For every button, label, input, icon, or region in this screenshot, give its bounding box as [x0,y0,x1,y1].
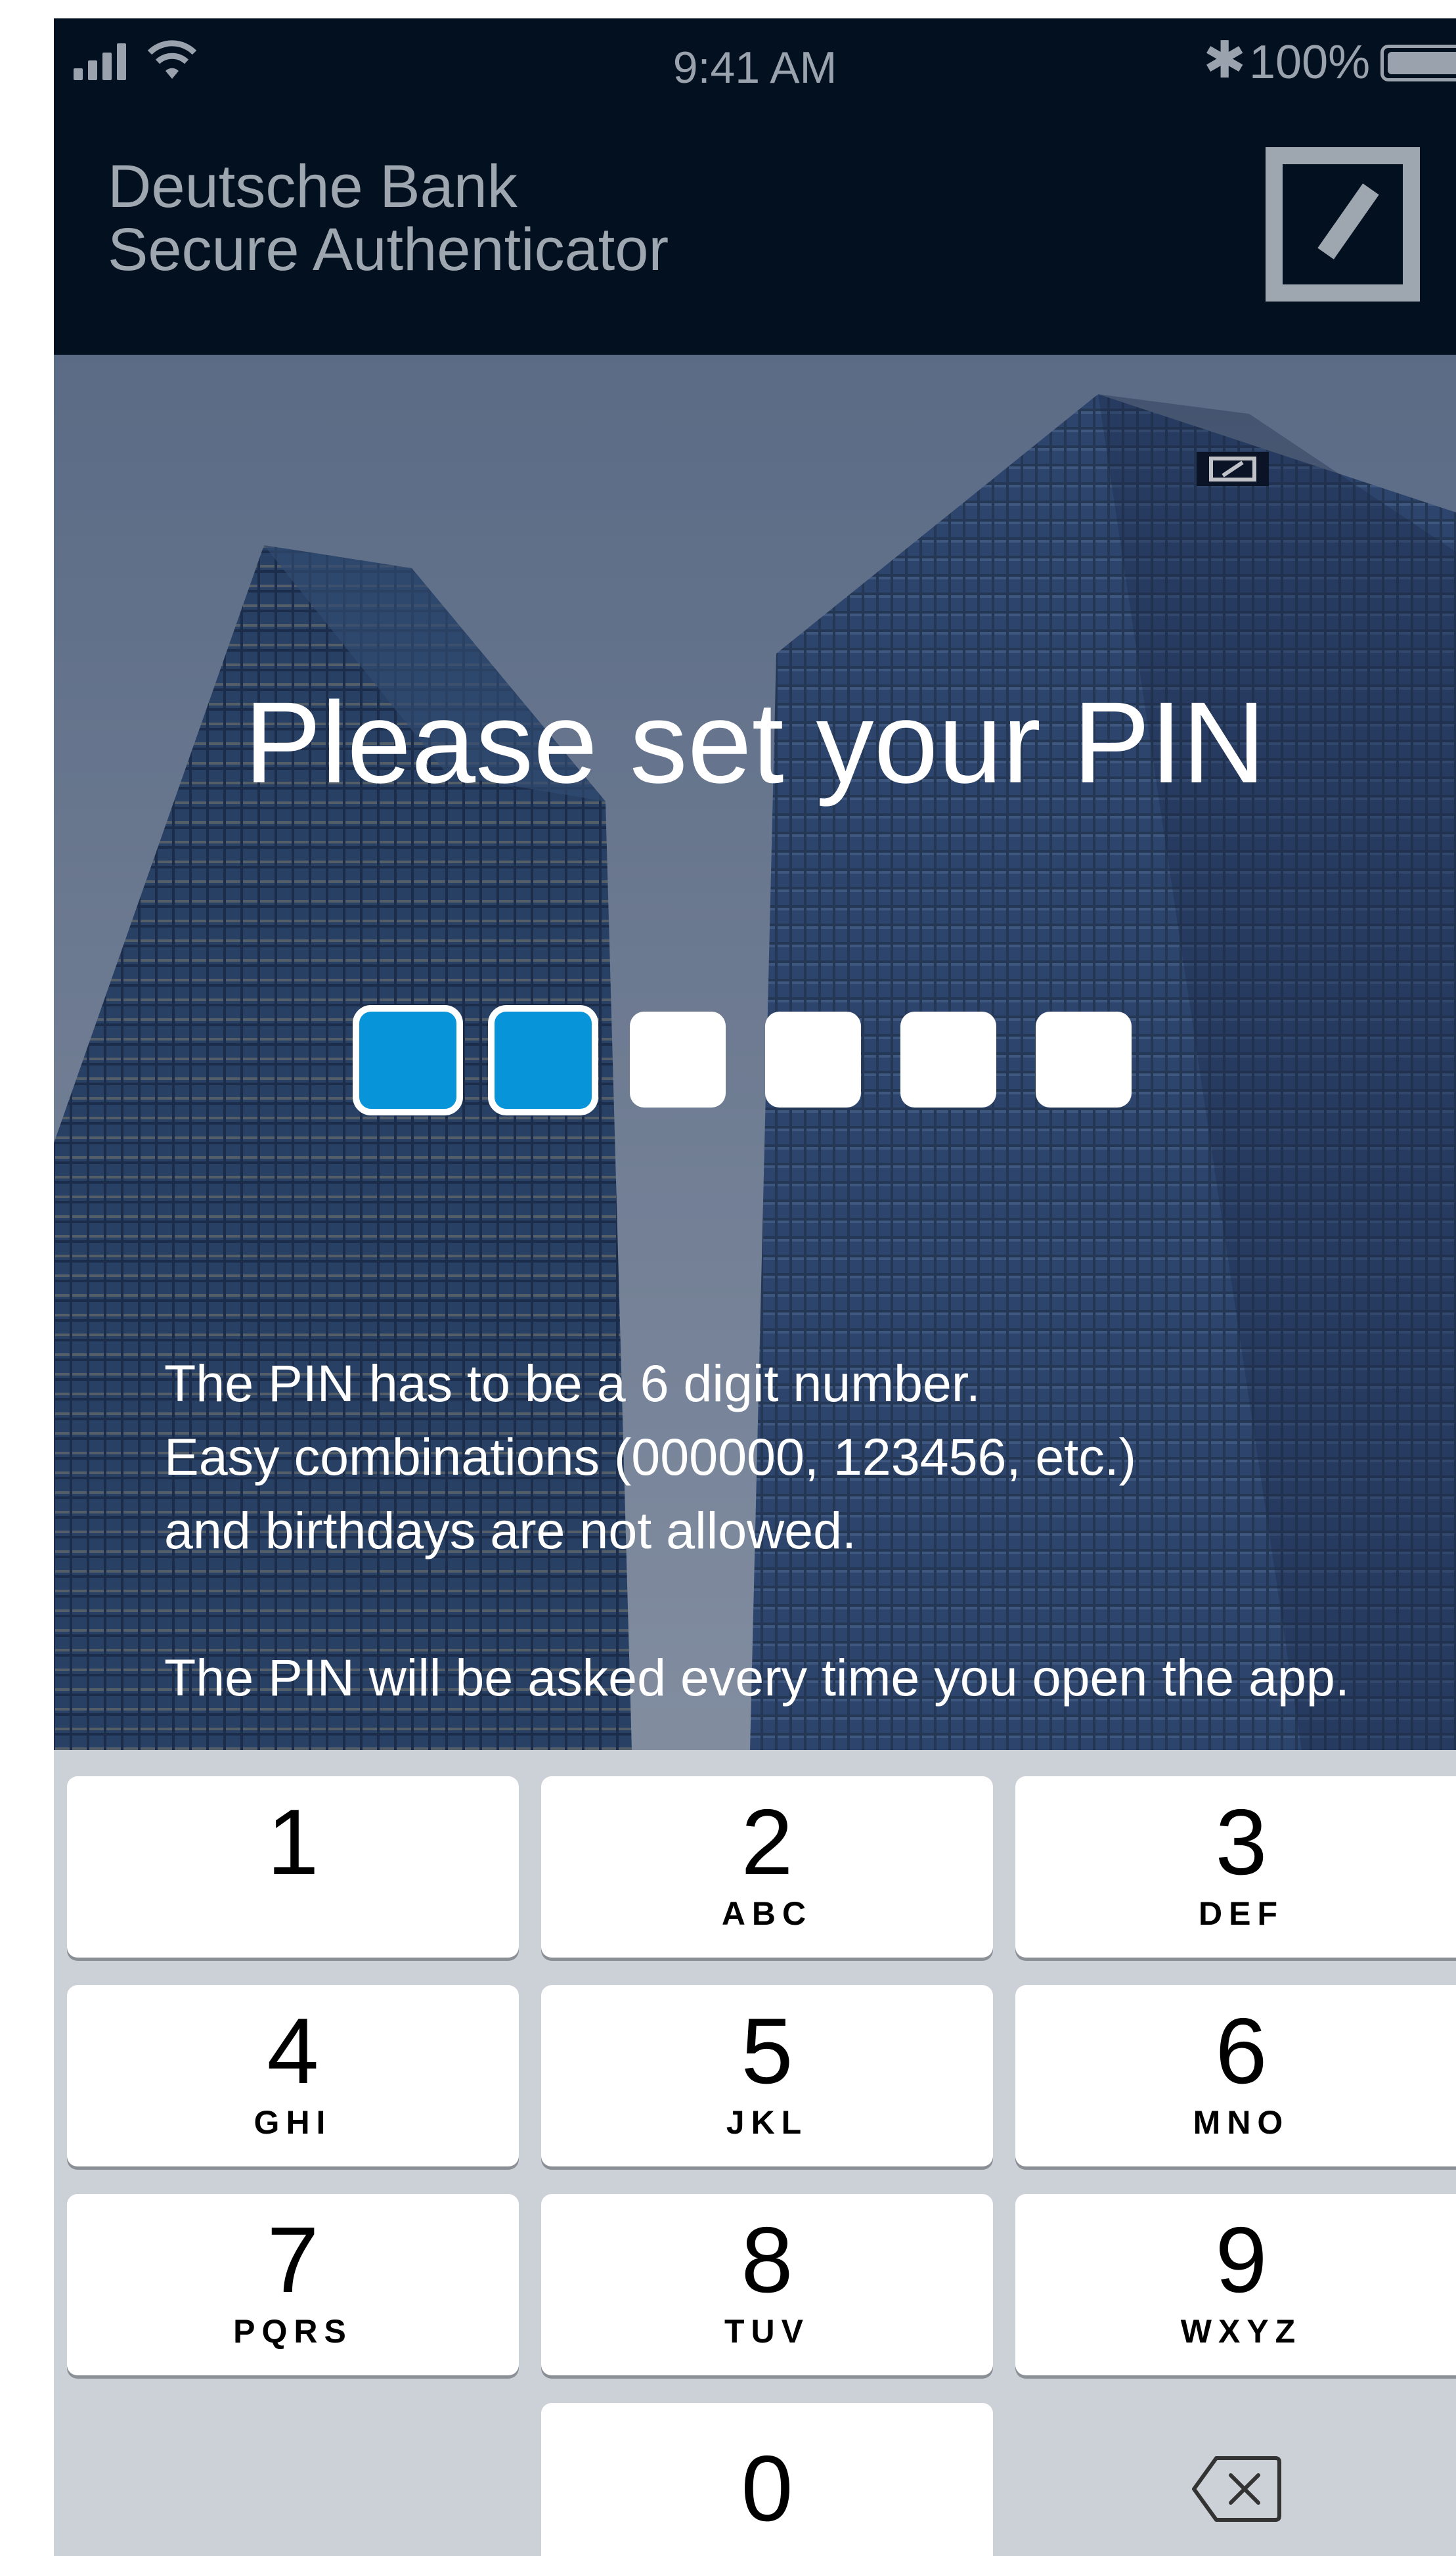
key-1[interactable]: 1 [67,1776,519,1958]
key-2[interactable]: 2 ABC [541,1776,993,1958]
key-letters: ABC [721,1895,813,1932]
pin-digit-box-filled [488,1005,598,1115]
instruction-line: and birthdays are not allowed. [164,1501,857,1559]
backspace-icon [1192,2456,1281,2522]
pin-instructions: The PIN has to be a 6 digit number. Easy… [164,1347,1445,1715]
pin-digit-box-filled [353,1005,463,1115]
status-bar: 9:41 AM ✱ 100% [54,18,1456,93]
key-6[interactable]: 6 MNO [1015,1985,1456,2166]
battery-percentage: 100% [1249,36,1371,89]
key-digit: 0 [741,2436,793,2541]
key-0[interactable]: 0 [541,2403,993,2556]
instruction-line: Easy combinations (000000, 123456, etc.) [164,1427,1136,1486]
key-letters: MNO [1193,2104,1290,2141]
key-digit: 7 [267,2208,319,2312]
key-digit: 1 [267,1790,319,1895]
instruction-line: The PIN has to be a 6 digit number. [164,1354,981,1412]
key-letters: TUV [724,2313,810,2350]
pin-digit-box-empty [765,1012,861,1108]
battery-icon [1380,45,1456,81]
deutsche-bank-logo [1266,147,1420,302]
app-title: Deutsche Bank Secure Authenticator [108,155,669,281]
pin-title: Please set your PIN [244,679,1266,807]
backspace-button[interactable] [1013,2440,1456,2545]
key-digit: 6 [1215,1999,1268,2103]
pin-digit-box-empty [900,1012,996,1108]
pin-digit-box-empty [1036,1012,1132,1108]
key-letters: PQRS [233,2313,353,2350]
app-title-line1: Deutsche Bank [108,153,518,220]
key-letters: DEF [1199,1895,1284,1932]
key-8[interactable]: 8 TUV [541,2194,993,2375]
key-letters: WXYZ [1180,2313,1302,2350]
key-digit: 4 [267,1999,319,2103]
app-header: Deutsche Bank Secure Authenticator [54,91,1456,355]
key-digit: 9 [1215,2208,1268,2312]
app-title-line2: Secure Authenticator [108,216,669,283]
key-7[interactable]: 7 PQRS [67,2194,519,2375]
key-digit: 2 [741,1790,793,1895]
bluetooth-icon: ✱ [1203,31,1246,89]
numeric-keypad: 1 2 ABC 3 DEF 4 GHI 5 JKL 6 MNO 7 PQRS 8 [54,1750,1456,2556]
key-digit: 8 [741,2208,793,2312]
pin-digit-box-empty [630,1012,726,1108]
instruction-line: The PIN will be asked every time you ope… [164,1648,1350,1707]
key-3[interactable]: 3 DEF [1015,1776,1456,1958]
phone-screen: 9:41 AM ✱ 100% Deutsche Bank Secure Auth… [54,18,1456,2556]
key-digit: 5 [741,1999,793,2103]
key-9[interactable]: 9 WXYZ [1015,2194,1456,2375]
pin-setup-panel: Please set your PIN The PIN has to be a … [54,355,1456,1750]
key-5[interactable]: 5 JKL [541,1985,993,2166]
key-digit: 3 [1215,1790,1268,1895]
key-4[interactable]: 4 GHI [67,1985,519,2166]
key-letters: GHI [254,2104,332,2141]
key-letters: JKL [726,2104,808,2141]
